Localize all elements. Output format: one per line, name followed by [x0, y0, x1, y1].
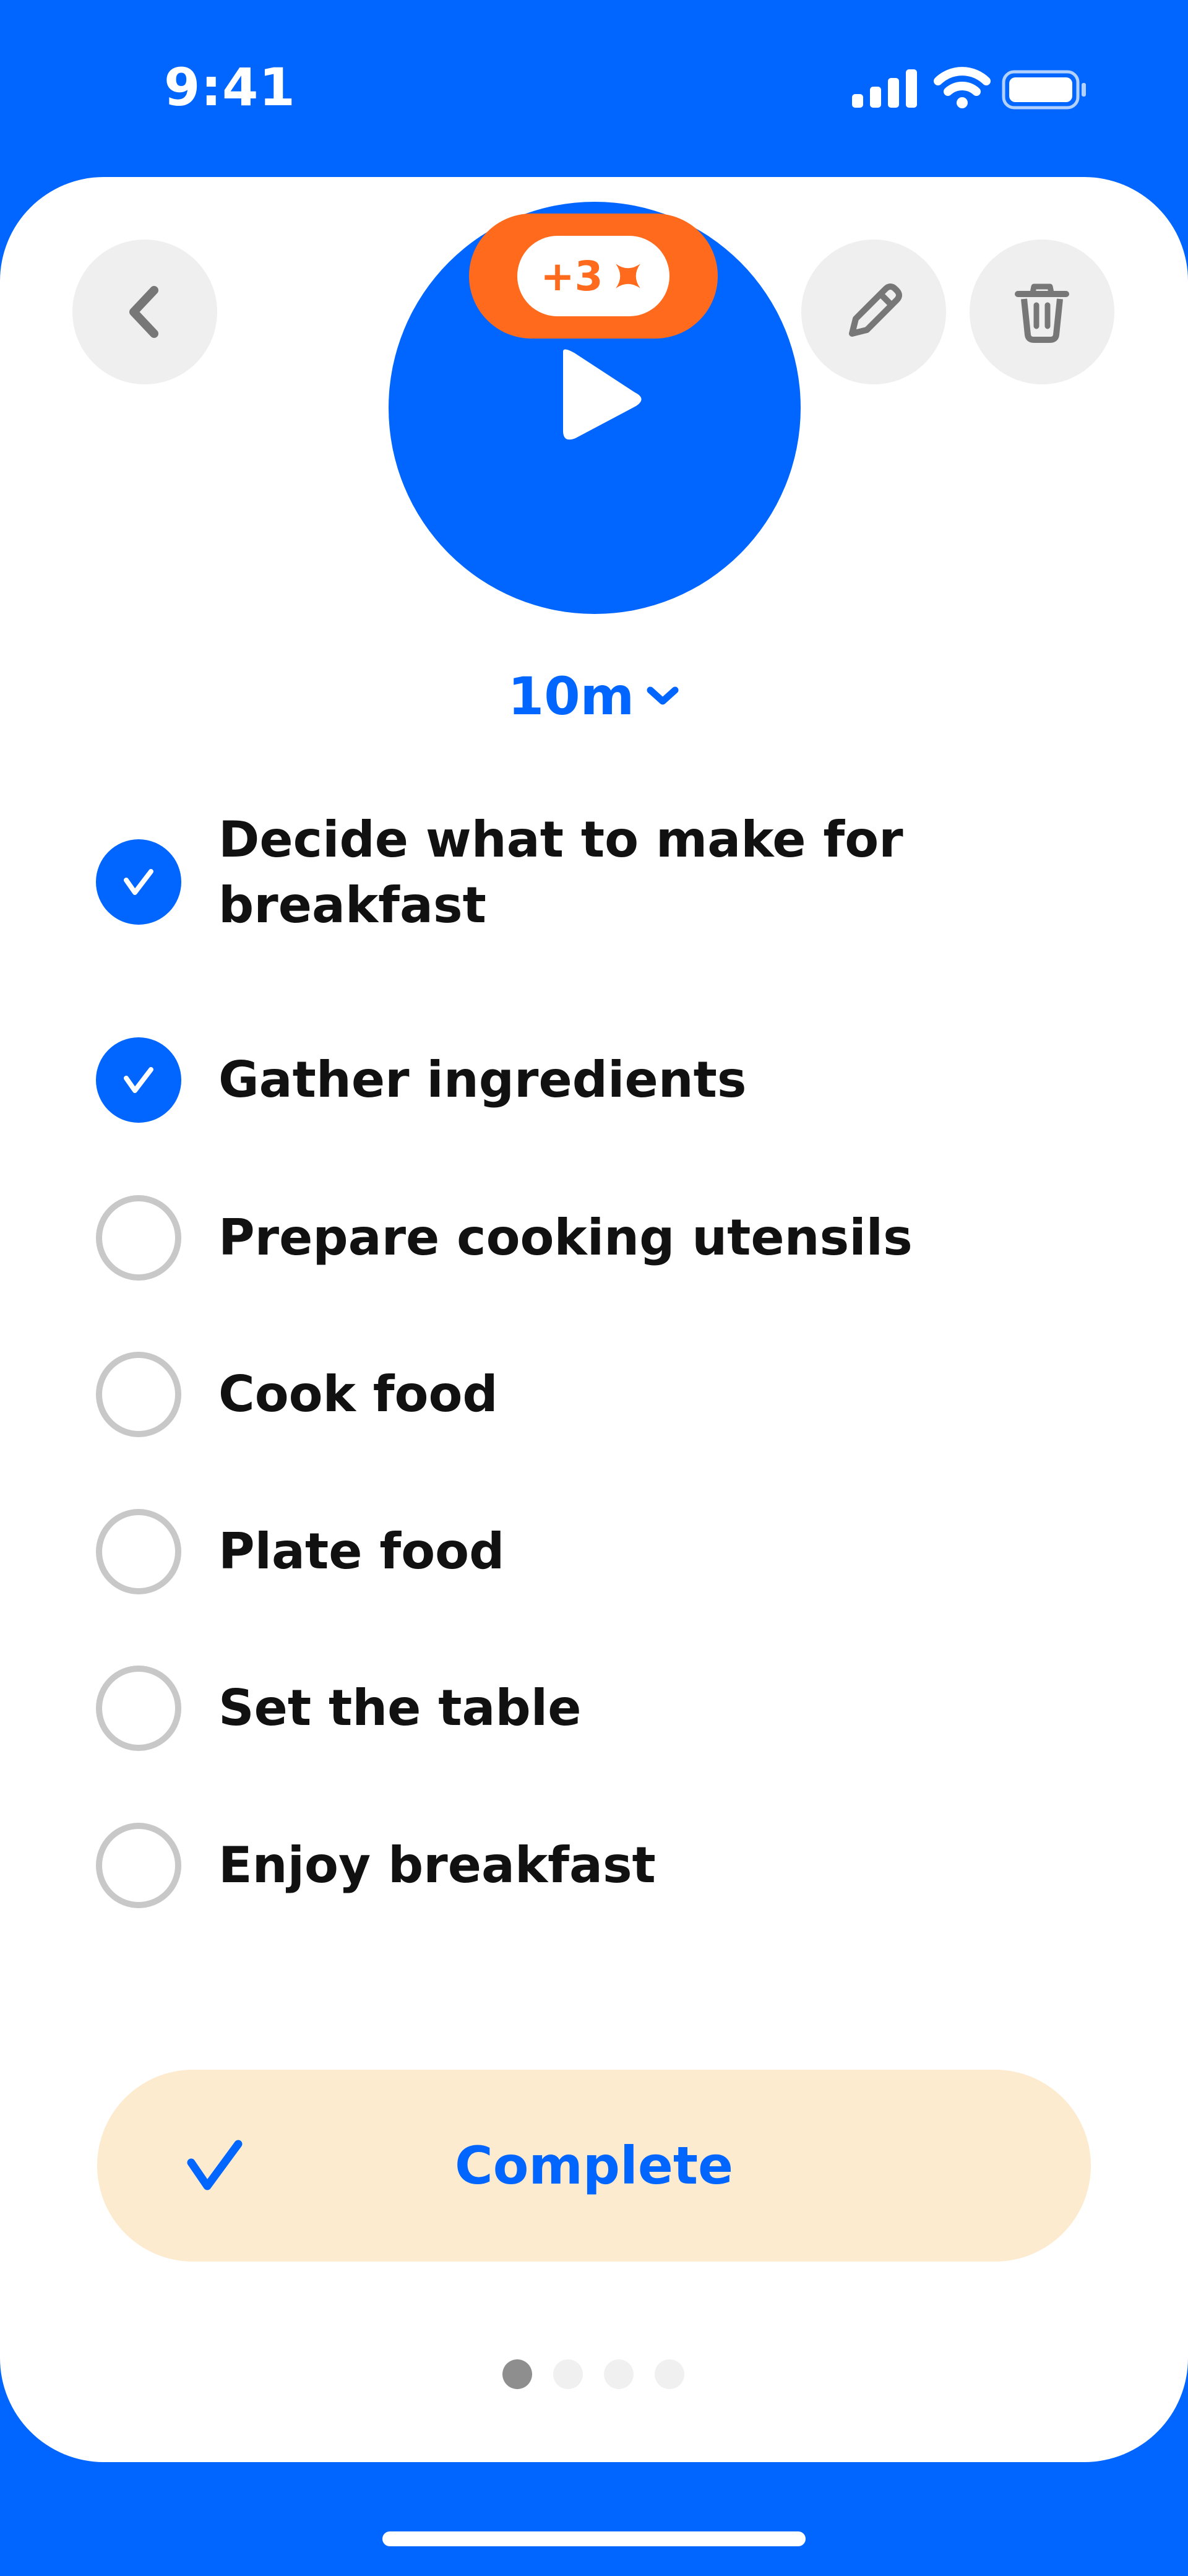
reward-pill: +3	[517, 236, 669, 316]
page-dot[interactable]	[502, 2359, 532, 2389]
checkbox-unchecked[interactable]	[96, 1823, 181, 1908]
checkbox-unchecked[interactable]	[96, 1509, 181, 1594]
task-label: Decide what to make for breakfast	[218, 811, 903, 934]
task-label: Enjoy breakfast	[218, 1836, 656, 1894]
complete-button[interactable]: Complete	[97, 2070, 1091, 2262]
trash-icon	[1015, 283, 1069, 343]
page-dot[interactable]	[604, 2359, 634, 2389]
task-label: Prepare cooking utensils	[218, 1209, 913, 1266]
reward-points: +3	[540, 252, 603, 300]
task-item[interactable]: Enjoy breakfast	[96, 1823, 1117, 1909]
task-item[interactable]: Decide what to make for breakfast	[96, 811, 1117, 963]
cellular-signal-icon	[852, 69, 917, 108]
duration-selector[interactable]: 10m	[470, 662, 718, 730]
task-label: Set the table	[218, 1679, 582, 1737]
status-time: 9:41	[164, 57, 296, 118]
task-item[interactable]: Prepare cooking utensils	[96, 1195, 1117, 1282]
checkbox-checked[interactable]	[96, 1037, 181, 1123]
back-button[interactable]	[72, 240, 217, 384]
battery-icon	[1002, 70, 1086, 110]
checkmark-icon	[124, 869, 153, 895]
chevron-down-icon	[647, 686, 679, 705]
task-label: Plate food	[218, 1523, 505, 1580]
sparkle-icon	[615, 264, 640, 288]
chevron-left-icon	[129, 286, 158, 338]
task-label: Gather ingredients	[218, 1051, 747, 1109]
task-label: Cook food	[218, 1365, 498, 1423]
checkbox-unchecked[interactable]	[96, 1195, 181, 1281]
checkmark-icon	[124, 1067, 153, 1093]
checkbox-unchecked[interactable]	[96, 1666, 181, 1751]
wifi-icon	[934, 67, 991, 108]
task-item[interactable]: Gather ingredients	[96, 1037, 1117, 1124]
home-indicator	[382, 2531, 806, 2546]
edit-button[interactable]	[801, 240, 946, 384]
play-icon	[563, 349, 642, 440]
task-card: +3 10m Decide what to make for breakfast…	[0, 177, 1188, 2462]
status-icons	[852, 67, 1086, 110]
task-item[interactable]: Plate food	[96, 1509, 1117, 1596]
complete-label: Complete	[455, 2135, 733, 2196]
duration-value: 10m	[507, 666, 635, 727]
page-indicator	[502, 2359, 688, 2390]
task-item[interactable]: Set the table	[96, 1666, 1117, 1752]
status-bar: 9:41	[0, 0, 1188, 177]
pencil-icon	[849, 283, 902, 337]
checkbox-unchecked[interactable]	[96, 1352, 181, 1437]
page-dot[interactable]	[553, 2359, 583, 2389]
reward-badge: +3	[469, 214, 718, 339]
task-item[interactable]: Cook food	[96, 1352, 1117, 1438]
checkbox-checked[interactable]	[96, 839, 181, 925]
delete-button[interactable]	[970, 240, 1114, 384]
page-dot[interactable]	[655, 2359, 684, 2389]
